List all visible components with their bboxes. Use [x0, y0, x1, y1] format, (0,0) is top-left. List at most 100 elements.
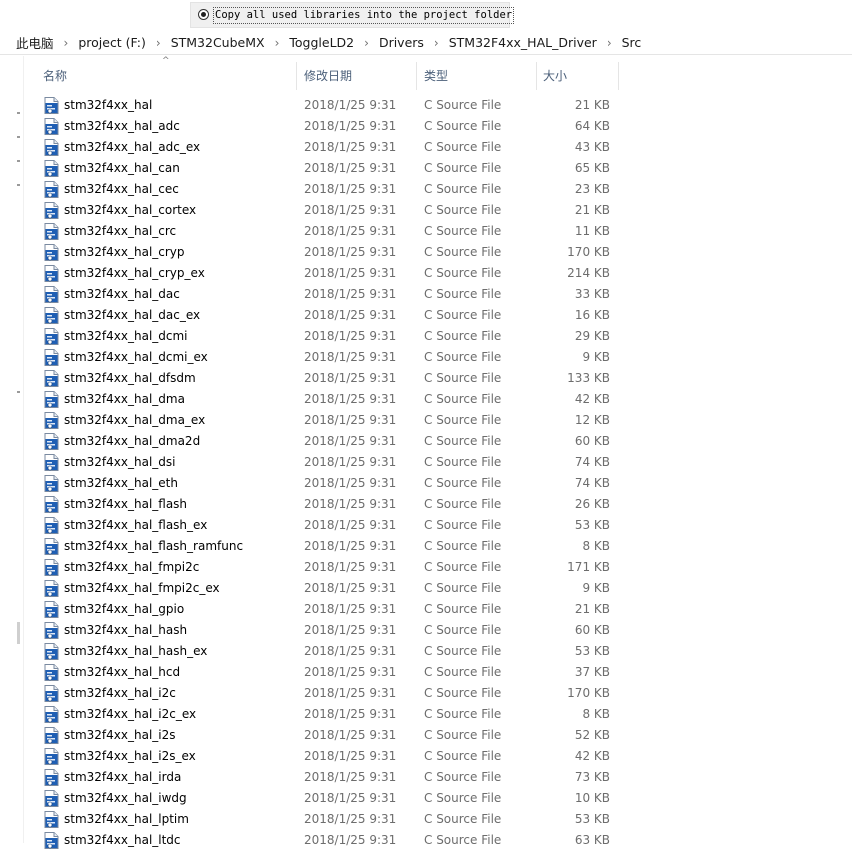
file-size: 11 KB: [574, 224, 610, 238]
file-type: C Source File: [424, 392, 502, 406]
file-row[interactable]: stm32f4xx_hal_crc 2018/1/25 9:31 C Source …: [25, 221, 635, 242]
file-name: stm32f4xx_hal_dma: [64, 392, 185, 406]
column-divider[interactable]: [296, 62, 297, 90]
file-name: stm32f4xx_hal_cryp_ex: [64, 266, 205, 280]
file-name: stm32f4xx_hal_adc: [64, 119, 180, 133]
file-size: 26 KB: [574, 497, 610, 511]
file-row[interactable]: stm32f4xx_hal_eth 2018/1/25 9:31 C Source …: [25, 473, 635, 494]
file-row[interactable]: stm32f4xx_hal_dma_ex 2018/1/25 9:31 C Sour…: [25, 410, 635, 431]
file-size: 53 KB: [574, 812, 610, 826]
file-date: 2018/1/25 9:31: [304, 98, 397, 112]
chevron-right-icon[interactable]: ›: [58, 36, 75, 50]
nav-pane-scrollbar[interactable]: [17, 622, 20, 644]
chevron-right-icon[interactable]: ›: [601, 36, 618, 50]
file-row[interactable]: stm32f4xx_hal_dac 2018/1/25 9:31 C Source …: [25, 284, 635, 305]
file-name: stm32f4xx_hal: [64, 98, 153, 112]
file-row[interactable]: stm32f4xx_hal_i2c 2018/1/25 9:31 C Source …: [25, 683, 635, 704]
file-size: 214 KB: [567, 266, 610, 280]
file-date: 2018/1/25 9:31: [304, 371, 397, 385]
file-row[interactable]: stm32f4xx_hal_flash 2018/1/25 9:31 C Sourc…: [25, 494, 635, 515]
c-source-file-icon: [44, 328, 59, 345]
nav-tick: [17, 184, 20, 186]
file-row[interactable]: stm32f4xx_hal_irda 2018/1/25 9:31 C Source…: [25, 767, 635, 788]
file-row[interactable]: stm32f4xx_hal_dcmi_ex 2018/1/25 9:31 C Sou…: [25, 347, 635, 368]
file-row[interactable]: stm32f4xx_hal_iwdg 2018/1/25 9:31 C Source…: [25, 788, 635, 809]
file-row[interactable]: stm32f4xx_hal_dfsdm 2018/1/25 9:31 C Sourc…: [25, 368, 635, 389]
file-row[interactable]: stm32f4xx_hal_dac_ex 2018/1/25 9:31 C Sour…: [25, 305, 635, 326]
file-date: 2018/1/25 9:31: [304, 791, 397, 805]
file-row[interactable]: stm32f4xx_hal_dma 2018/1/25 9:31 C Source …: [25, 389, 635, 410]
file-row[interactable]: stm32f4xx_hal_i2s_ex 2018/1/25 9:31 C Sour…: [25, 746, 635, 767]
chevron-right-icon[interactable]: ›: [269, 36, 286, 50]
c-source-file-icon: [44, 727, 59, 744]
file-date: 2018/1/25 9:31: [304, 497, 397, 511]
column-header-date[interactable]: 修改日期: [304, 62, 352, 90]
column-divider[interactable]: [536, 62, 537, 90]
file-size: 29 KB: [574, 329, 610, 343]
file-name: stm32f4xx_hal_eth: [64, 476, 178, 490]
copy-libraries-option[interactable]: Copy all used libraries into the project…: [190, 2, 515, 28]
file-type: C Source File: [424, 791, 502, 805]
chevron-right-icon[interactable]: ›: [150, 36, 167, 50]
breadcrumb-item[interactable]: STM32F4xx_HAL_Driver: [445, 35, 601, 50]
file-name: stm32f4xx_hal_fmpi2c_ex: [64, 581, 220, 595]
file-type: C Source File: [424, 812, 502, 826]
file-row[interactable]: stm32f4xx_hal 2018/1/25 9:31 C Source File…: [25, 95, 635, 116]
file-row[interactable]: stm32f4xx_hal_hash 2018/1/25 9:31 C Source…: [25, 620, 635, 641]
file-row[interactable]: stm32f4xx_hal_adc 2018/1/25 9:31 C Source …: [25, 116, 635, 137]
c-source-file-icon: [44, 412, 59, 429]
file-size: 73 KB: [574, 770, 610, 784]
file-date: 2018/1/25 9:31: [304, 770, 397, 784]
file-name: stm32f4xx_hal_i2s: [64, 728, 176, 742]
file-row[interactable]: stm32f4xx_hal_i2s 2018/1/25 9:31 C Source …: [25, 725, 635, 746]
column-header-name[interactable]: 名称: [43, 62, 67, 90]
file-name: stm32f4xx_hal_dma_ex: [64, 413, 206, 427]
file-type: C Source File: [424, 686, 502, 700]
file-row[interactable]: stm32f4xx_hal_flash_ramfunc 2018/1/25 9:3…: [25, 536, 635, 557]
file-name: stm32f4xx_hal_flash_ramfunc: [64, 539, 244, 553]
file-row[interactable]: stm32f4xx_hal_fmpi2c 2018/1/25 9:31 C Sour…: [25, 557, 635, 578]
breadcrumb-item[interactable]: STM32CubeMX: [167, 35, 269, 50]
file-row[interactable]: stm32f4xx_hal_lptim 2018/1/25 9:31 C Sourc…: [25, 809, 635, 830]
file-row[interactable]: stm32f4xx_hal_cryp 2018/1/25 9:31 C Source…: [25, 242, 635, 263]
file-type: C Source File: [424, 497, 502, 511]
column-header-size[interactable]: 大小: [543, 62, 567, 90]
file-row[interactable]: stm32f4xx_hal_can 2018/1/25 9:31 C Source …: [25, 158, 635, 179]
file-row[interactable]: stm32f4xx_hal_fmpi2c_ex 2018/1/25 9:31 C S…: [25, 578, 635, 599]
c-source-file-icon: [44, 97, 59, 114]
file-size: 74 KB: [574, 455, 610, 469]
chevron-right-icon[interactable]: ›: [428, 36, 445, 50]
file-row[interactable]: stm32f4xx_hal_flash_ex 2018/1/25 9:31 C So…: [25, 515, 635, 536]
column-header-type[interactable]: 类型: [424, 62, 448, 90]
breadcrumb-item[interactable]: Drivers: [375, 35, 428, 50]
breadcrumb-item[interactable]: project (F:): [74, 35, 150, 50]
copy-libraries-label: Copy all used libraries into the project…: [212, 7, 515, 24]
breadcrumb-item[interactable]: ToggleLD2: [285, 35, 358, 50]
file-row[interactable]: stm32f4xx_hal_gpio 2018/1/25 9:31 C Source…: [25, 599, 635, 620]
breadcrumb-item[interactable]: 此电脑: [0, 33, 58, 52]
file-row[interactable]: stm32f4xx_hal_hash_ex 2018/1/25 9:31 C Sou…: [25, 641, 635, 662]
column-divider[interactable]: [618, 62, 619, 90]
file-date: 2018/1/25 9:31: [304, 245, 397, 259]
file-type: C Source File: [424, 245, 502, 259]
file-row[interactable]: stm32f4xx_hal_dma2d 2018/1/25 9:31 C Sourc…: [25, 431, 635, 452]
file-row[interactable]: stm32f4xx_hal_cryp_ex 2018/1/25 9:31 C Sou…: [25, 263, 635, 284]
file-row[interactable]: stm32f4xx_hal_i2c_ex 2018/1/25 9:31 C Sour…: [25, 704, 635, 725]
file-row[interactable]: stm32f4xx_hal_dcmi 2018/1/25 9:31 C Source…: [25, 326, 635, 347]
file-row[interactable]: stm32f4xx_hal_hcd 2018/1/25 9:31 C Source …: [25, 662, 635, 683]
file-row[interactable]: stm32f4xx_hal_dsi 2018/1/25 9:31 C Source …: [25, 452, 635, 473]
file-date: 2018/1/25 9:31: [304, 392, 397, 406]
file-row[interactable]: stm32f4xx_hal_cortex 2018/1/25 9:31 C Sour…: [25, 200, 635, 221]
file-row[interactable]: stm32f4xx_hal_cec 2018/1/25 9:31 C Source …: [25, 179, 635, 200]
file-row[interactable]: stm32f4xx_hal_adc_ex 2018/1/25 9:31 C Sour…: [25, 137, 635, 158]
file-date: 2018/1/25 9:31: [304, 455, 397, 469]
file-date: 2018/1/25 9:31: [304, 560, 397, 574]
breadcrumb-item[interactable]: Src: [618, 35, 646, 50]
chevron-right-icon[interactable]: ›: [358, 36, 375, 50]
c-source-file-icon: [44, 517, 59, 534]
file-size: 170 KB: [567, 245, 610, 259]
column-divider[interactable]: [416, 62, 417, 90]
file-size: 37 KB: [574, 665, 610, 679]
file-row[interactable]: stm32f4xx_hal_ltdc 2018/1/25 9:31 C Source…: [25, 830, 635, 851]
radio-selected-icon[interactable]: [198, 9, 209, 20]
